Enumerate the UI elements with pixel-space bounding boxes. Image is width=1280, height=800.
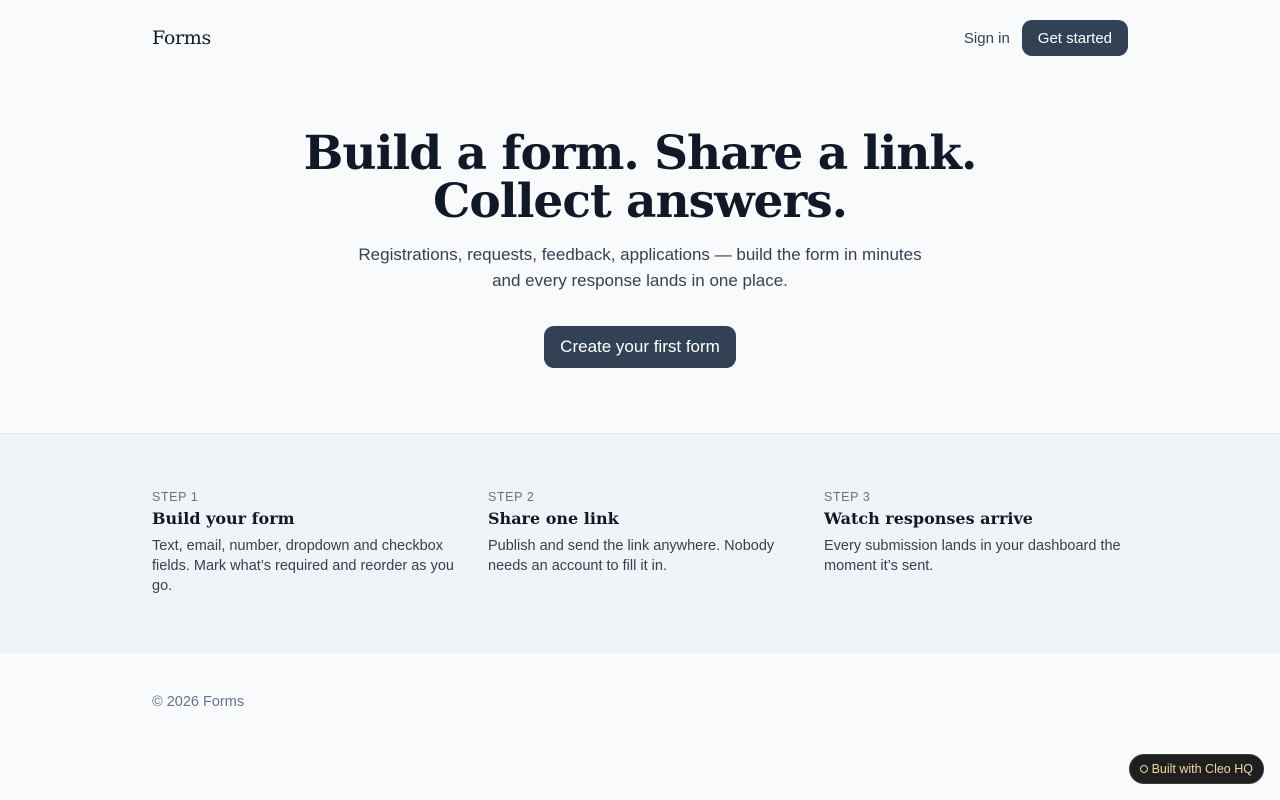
built-with-badge[interactable]: Built with Cleo HQ (1128, 754, 1264, 784)
steps-section: STEP 1 Build your form Text, email, numb… (0, 433, 1280, 653)
hero-title: Build a form. Share a link. Collect answ… (0, 130, 1280, 226)
badge-label: Built with Cleo HQ (1151, 762, 1253, 776)
step-title: Build your form (152, 509, 295, 528)
step-description: Text, email, number, dropdown and checkb… (152, 538, 454, 594)
steps-grid: STEP 1 Build your form Text, email, numb… (152, 490, 1128, 596)
hero-title-line-2: Collect answers. (432, 174, 848, 229)
step-kicker: STEP 1 (152, 490, 199, 504)
sign-in-link[interactable]: Sign in (964, 30, 1010, 47)
hero-title-line-1: Build a form. Share a link. (303, 126, 978, 181)
step-card-2: STEP 2 Share one link Publish and send t… (488, 490, 824, 596)
step-kicker: STEP 2 (488, 490, 535, 504)
get-started-button[interactable]: Get started (1021, 20, 1128, 56)
step-title: Share one link (488, 509, 619, 528)
step-kicker: STEP 3 (824, 490, 871, 504)
top-nav: Sign in Get started (964, 20, 1128, 56)
circle-icon (1139, 765, 1148, 773)
site-header: Forms Sign in Get started (152, 20, 1128, 56)
step-card-1: STEP 1 Build your form Text, email, numb… (152, 490, 488, 596)
copyright-text: © 2026 Forms (152, 694, 245, 710)
hero-section: Build a form. Share a link. Collect answ… (0, 130, 1280, 368)
step-description: Publish and send the link anywhere. Nobo… (488, 538, 775, 574)
step-title: Watch responses arrive (824, 509, 1033, 528)
hero-subtitle-line-1: Registrations, requests, feedback, appli… (358, 245, 922, 264)
hero-subtitle: Registrations, requests, feedback, appli… (340, 242, 940, 294)
step-description: Every submission lands in your dashboard… (824, 538, 1121, 574)
create-first-form-button[interactable]: Create your first form (544, 326, 736, 368)
brand-logo[interactable]: Forms (152, 27, 211, 49)
step-card-3: STEP 3 Watch responses arrive Every subm… (824, 490, 1128, 596)
hero-subtitle-line-2: and every response lands in one place. (492, 271, 788, 290)
